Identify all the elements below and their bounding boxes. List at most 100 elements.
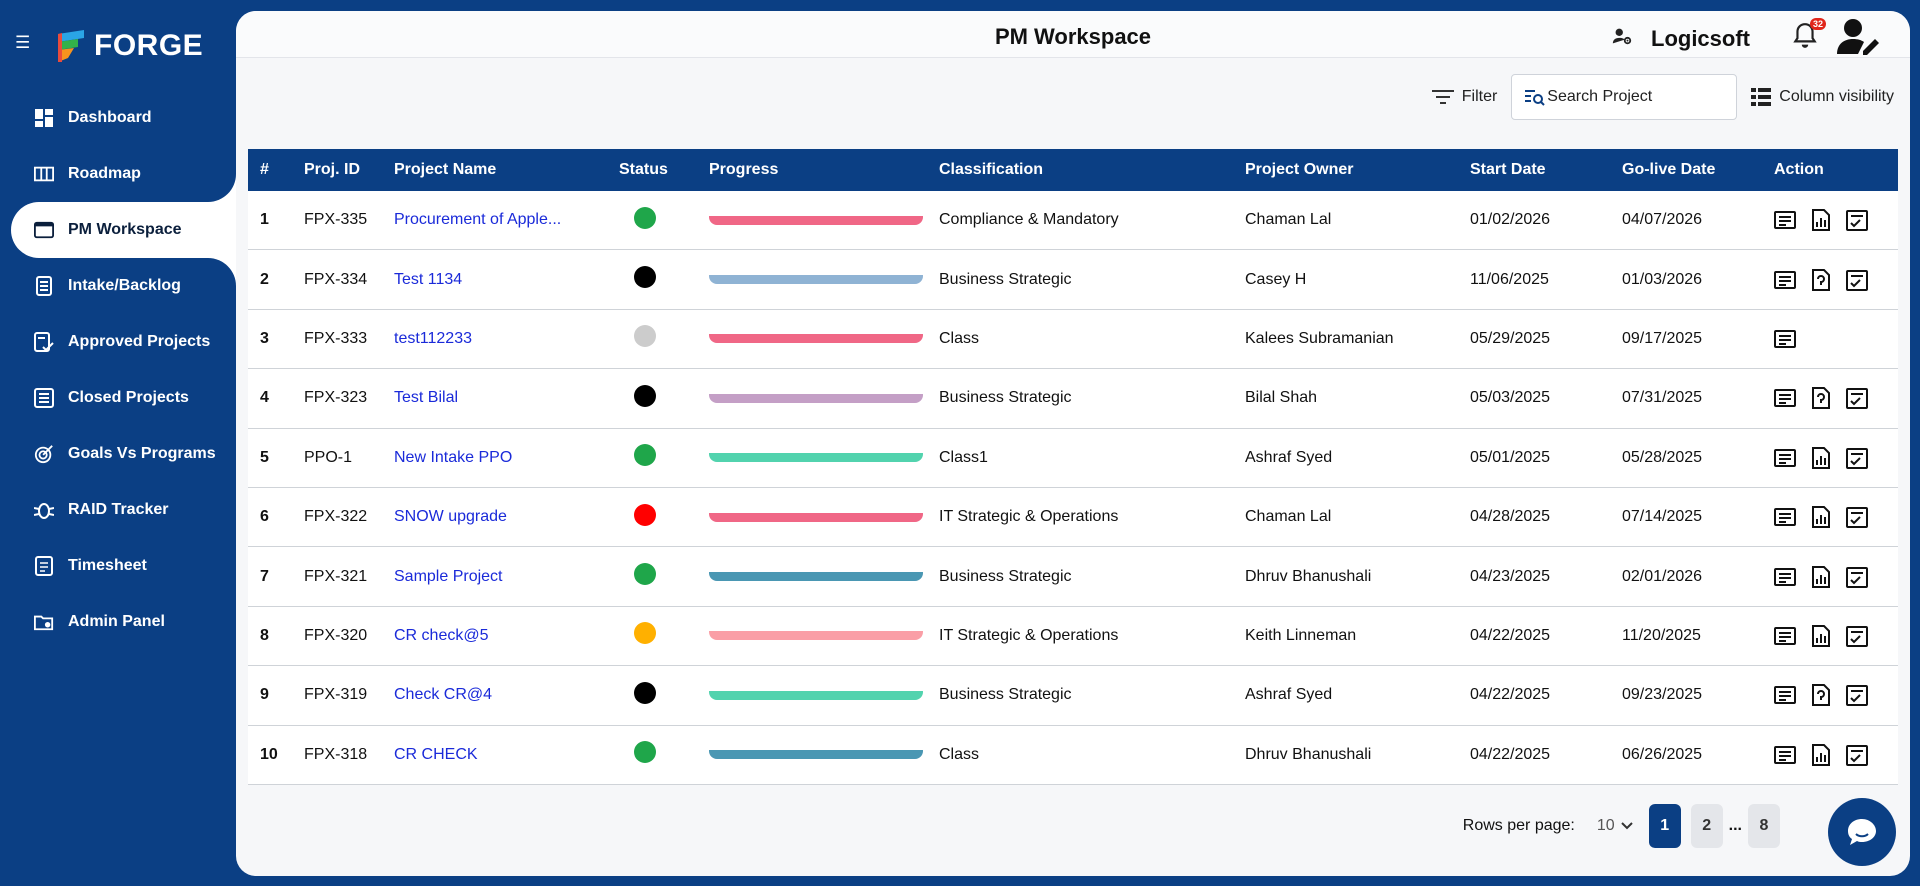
sidebar-item-goals-vs-programs[interactable]: Goals Vs Programs <box>0 426 236 482</box>
sidebar-item-label: Closed Projects <box>68 389 189 406</box>
status-indicator <box>634 563 656 586</box>
approved-icon <box>34 332 54 352</box>
project-name-link[interactable]: Sample Project <box>394 568 503 585</box>
project-owner: Dhruv Bhanushali <box>1245 567 1372 585</box>
project-name-link[interactable]: Test 1134 <box>394 271 462 288</box>
table-row[interactable]: 10 FPX-318 CR CHECK Class Dhruv Bhanushali 04… <box>248 725 1898 785</box>
column-visibility-button[interactable]: Column visibility <box>1751 87 1894 107</box>
go-live-date: 04/07/2026 <box>1622 211 1703 229</box>
column-header[interactable]: Classification <box>934 161 1245 179</box>
details-icon[interactable] <box>1774 209 1796 231</box>
checklist-icon[interactable] <box>1846 684 1868 707</box>
checklist-icon[interactable] <box>1846 744 1868 766</box>
project-name-link[interactable]: Test Bilal <box>394 389 458 406</box>
project-name-link[interactable]: SNOW upgrade <box>394 508 507 525</box>
project-name-link[interactable]: CR check@5 <box>394 627 489 644</box>
table-row[interactable]: 5 PPO-1 New Intake PPO Class1 Ashraf Syed 05/… <box>248 428 1898 488</box>
notification-badge: 32 <box>1809 18 1826 30</box>
details-icon[interactable] <box>1774 269 1796 291</box>
column-header[interactable]: Go-live Date <box>1622 161 1774 179</box>
table-row[interactable]: 3 FPX-333 test112233 Class Kalees Subramania… <box>248 309 1898 370</box>
column-header[interactable]: Start Date <box>1470 161 1622 179</box>
table-row[interactable]: 6 FPX-322 SNOW upgrade IT Strategic & Opera… <box>248 487 1898 548</box>
sidebar-item-raid-tracker[interactable]: RAID Tracker <box>0 482 236 538</box>
page-button[interactable]: 1 <box>1648 804 1681 848</box>
column-header[interactable]: Progress <box>709 161 934 179</box>
details-icon[interactable] <box>1774 447 1796 469</box>
checklist-icon[interactable] <box>1846 269 1868 291</box>
progress-bar <box>709 572 923 582</box>
pagination-ellipsis: ... <box>1728 817 1742 834</box>
report-icon[interactable] <box>1810 209 1832 232</box>
timesheet-icon <box>34 556 54 576</box>
page-button[interactable]: 8 <box>1748 804 1780 848</box>
project-owner: Kalees Subramanian <box>1245 329 1394 347</box>
report-icon[interactable] <box>1810 446 1832 469</box>
project-name-link[interactable]: Check CR@4 <box>394 686 492 703</box>
row-actions <box>1774 743 1894 766</box>
sidebar-item-timesheet[interactable]: Timesheet <box>0 538 236 594</box>
chat-button[interactable] <box>1828 798 1896 866</box>
sidebar-item-approved-projects[interactable]: Approved Projects <box>0 314 236 370</box>
table-row[interactable]: 2 FPX-334 Test 1134 Business Strategic Casey… <box>248 250 1898 310</box>
user-avatar-icon[interactable] <box>1836 17 1880 60</box>
row-actions <box>1774 209 1894 232</box>
rows-per-page-select[interactable]: 10 <box>1597 817 1633 835</box>
column-header[interactable]: Proj. ID <box>304 161 394 179</box>
project-name-link[interactable]: Procurement of Apple... <box>394 211 561 228</box>
checklist-icon[interactable] <box>1846 506 1868 529</box>
status-indicator <box>634 444 656 467</box>
filter-button[interactable]: Filter <box>1431 88 1497 106</box>
checklist-icon[interactable] <box>1846 625 1868 647</box>
details-icon[interactable] <box>1774 566 1796 588</box>
document-icon[interactable] <box>1810 684 1832 707</box>
app-logo[interactable]: FORGE <box>54 28 203 64</box>
column-header[interactable]: Project Owner <box>1245 161 1470 179</box>
details-icon[interactable] <box>1774 387 1796 409</box>
project-name-link[interactable]: New Intake PPO <box>394 449 512 466</box>
chevron-down-icon <box>1620 822 1633 830</box>
sidebar-item-pm-workspace[interactable]: PM Workspace <box>11 202 236 258</box>
column-header[interactable]: Project Name <box>394 161 619 179</box>
checklist-icon[interactable] <box>1846 387 1868 410</box>
table-row[interactable]: 7 FPX-321 Sample Project Business Strategic… <box>248 547 1898 607</box>
sidebar-item-intake-backlog[interactable]: Intake/Backlog <box>0 258 236 314</box>
document-icon[interactable] <box>1810 387 1832 410</box>
project-id: FPX-320 <box>304 626 368 644</box>
sidebar-item-dashboard[interactable]: Dashboard <box>0 90 236 146</box>
table-row[interactable]: 9 FPX-319 Check CR@4 Business Strategic Ashr… <box>248 666 1898 726</box>
report-icon[interactable] <box>1810 565 1832 588</box>
details-icon[interactable] <box>1774 328 1796 350</box>
report-icon[interactable] <box>1810 506 1832 529</box>
project-id: FPX-334 <box>304 270 368 288</box>
table-row[interactable]: 1 FPX-335 Procurement of Apple... Complianc… <box>248 191 1898 251</box>
details-icon[interactable] <box>1774 506 1796 528</box>
details-icon[interactable] <box>1774 684 1796 706</box>
project-owner: Casey H <box>1245 270 1307 288</box>
checklist-icon[interactable] <box>1846 447 1868 469</box>
checklist-icon[interactable] <box>1846 209 1868 232</box>
project-name-link[interactable]: test112233 <box>394 330 472 347</box>
notifications-button[interactable]: 32 <box>1792 18 1826 55</box>
column-header[interactable]: Status <box>619 161 709 179</box>
details-icon[interactable] <box>1774 744 1796 766</box>
details-icon[interactable] <box>1774 625 1796 647</box>
page-button[interactable]: 2 <box>1690 804 1723 848</box>
user-settings-icon[interactable] <box>1611 25 1633 52</box>
column-header[interactable]: # <box>248 161 304 179</box>
report-icon[interactable] <box>1810 624 1832 647</box>
report-icon[interactable] <box>1810 743 1832 766</box>
sidebar-item-admin-panel[interactable]: Admin Panel <box>0 594 236 650</box>
project-id: FPX-333 <box>304 329 368 347</box>
search-input[interactable] <box>1547 88 1728 106</box>
checklist-icon[interactable] <box>1846 566 1868 588</box>
sidebar-item-closed-projects[interactable]: Closed Projects <box>0 370 236 426</box>
table-row[interactable]: 8 FPX-320 CR check@5 IT Strategic & Operati… <box>248 606 1898 667</box>
hamburger-menu-icon[interactable]: ☰ <box>15 33 30 53</box>
project-name-link[interactable]: CR CHECK <box>394 746 478 763</box>
sidebar-item-roadmap[interactable]: Roadmap <box>0 146 236 202</box>
start-date: 05/01/2025 <box>1470 448 1551 466</box>
document-icon[interactable] <box>1810 268 1832 291</box>
search-box[interactable] <box>1511 74 1738 120</box>
table-row[interactable]: 4 FPX-323 Test Bilal Business Strategic Bila… <box>248 369 1898 429</box>
